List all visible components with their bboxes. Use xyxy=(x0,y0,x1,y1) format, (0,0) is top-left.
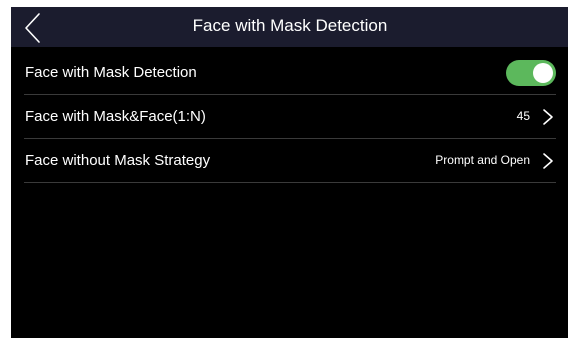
setting-row-face-with-mask-and-face[interactable]: Face with Mask&Face(1:N) 45 xyxy=(24,95,556,139)
settings-list: Face with Mask Detection Face with Mask&… xyxy=(11,51,568,183)
setting-label: Face with Mask&Face(1:N) xyxy=(25,108,206,125)
setting-value: 45 xyxy=(516,109,530,123)
chevron-left-icon xyxy=(25,13,40,43)
setting-label: Face with Mask Detection xyxy=(25,64,197,81)
back-button[interactable] xyxy=(21,12,45,44)
chevron-right-icon[interactable] xyxy=(540,152,556,170)
face-with-mask-detection-toggle[interactable] xyxy=(506,60,556,86)
toggle-knob xyxy=(533,63,553,83)
page-title: Face with Mask Detection xyxy=(192,16,388,35)
setting-label: Face without Mask Strategy xyxy=(25,152,211,169)
device-screen: Face with Mask Detection Face with Mask … xyxy=(11,7,568,338)
header-bar: Face with Mask Detection xyxy=(11,7,568,47)
setting-row-face-with-mask-detection: Face with Mask Detection xyxy=(24,51,556,95)
chevron-right-icon[interactable] xyxy=(540,108,556,126)
setting-row-face-without-mask-strategy[interactable]: Face without Mask Strategy Prompt and Op… xyxy=(24,139,556,183)
setting-value: Prompt and Open xyxy=(435,153,530,167)
